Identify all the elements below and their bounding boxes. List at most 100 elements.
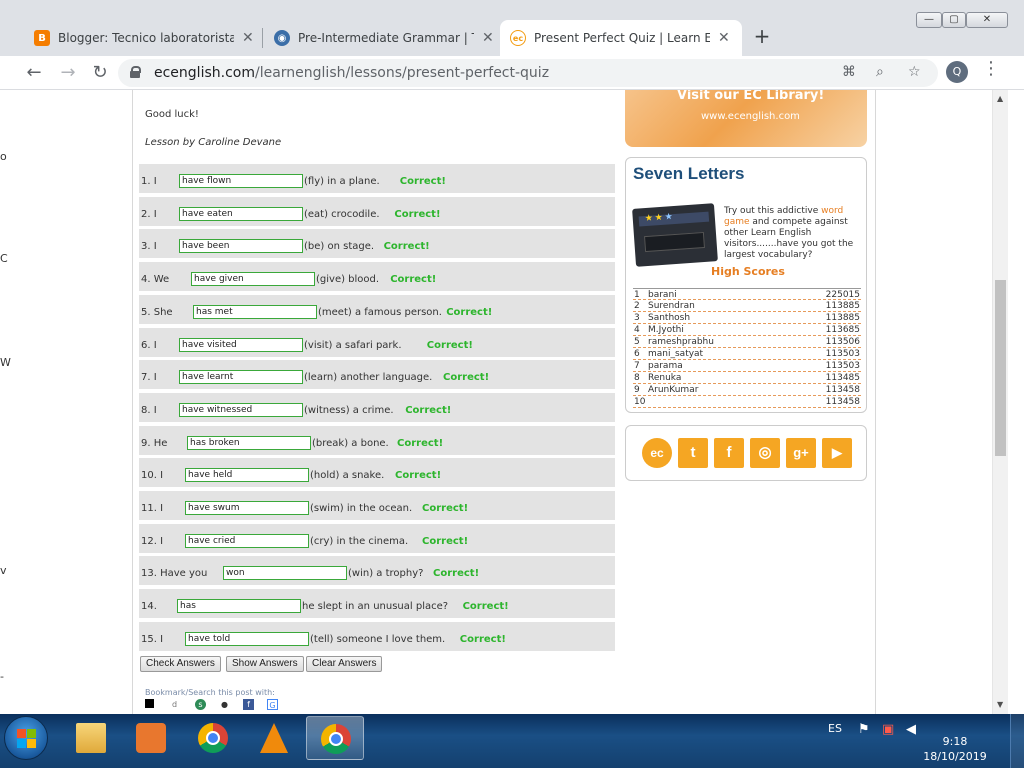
google-plus-icon[interactable]: g+ (786, 438, 816, 468)
translate-icon[interactable]: ⌘ (842, 64, 856, 80)
minimize-button[interactable]: — (916, 12, 942, 28)
clock[interactable]: 9:18 18/10/2019 (920, 734, 990, 764)
vertical-scrollbar[interactable]: ▲ ▼ (992, 90, 1008, 714)
scrollbar-thumb[interactable] (995, 280, 1006, 456)
correct-feedback: Correct! (390, 274, 437, 286)
maximize-button[interactable]: ▢ (942, 12, 966, 28)
answer-input[interactable] (179, 239, 303, 254)
google-bookmark-icon[interactable]: G (267, 699, 278, 710)
profile-avatar[interactable]: Q (946, 61, 968, 83)
check-answers-button[interactable]: Check Answers (140, 656, 221, 672)
reddit-icon[interactable]: ● (219, 699, 230, 710)
answer-input[interactable] (223, 566, 347, 581)
score-rank: 9 (634, 385, 640, 395)
address-bar[interactable]: ecenglish.com/learnenglish/lessons/prese… (118, 59, 938, 87)
ec-social-icon[interactable]: ec (642, 438, 672, 468)
show-desktop-button[interactable] (1010, 714, 1024, 768)
windows-taskbar: ES ⚑ ▣ ◀ 9:18 18/10/2019 (0, 714, 1024, 768)
zoom-icon[interactable]: ⌕ (876, 64, 884, 80)
stumbleupon-icon[interactable]: s (195, 699, 206, 710)
taskbar-media-player[interactable] (122, 716, 180, 760)
lock-icon (130, 66, 141, 78)
answer-input[interactable] (179, 402, 303, 417)
scroll-down-arrow-icon[interactable]: ▼ (997, 700, 1003, 709)
start-button[interactable] (4, 716, 48, 760)
high-score-row: 8 Renuka 113485 (633, 372, 861, 384)
answer-input[interactable] (179, 370, 303, 385)
answer-input[interactable] (179, 174, 303, 188)
answer-input[interactable] (185, 468, 309, 483)
volume-icon[interactable]: ◀ (906, 722, 916, 737)
close-tab-icon[interactable]: ✕ (242, 30, 254, 46)
high-score-row: 1 barani 225015 (633, 288, 861, 300)
score-name: rameshprabhu (648, 337, 714, 347)
answer-input[interactable] (179, 337, 303, 352)
youtube-icon[interactable]: ▶ (822, 438, 852, 468)
ec-library-banner[interactable]: Visit our EC Library! www.ecenglish.com (625, 90, 867, 147)
tab-grammar[interactable]: ◉ Pre-Intermediate Grammar | The ✕ (264, 20, 504, 56)
tab-separator (262, 28, 263, 48)
game-screenshot[interactable]: ★ ★ ★ (632, 203, 718, 267)
delicious-icon[interactable] (145, 699, 154, 708)
facebook-share-icon[interactable]: f (243, 699, 254, 710)
tab-blogger[interactable]: B Blogger: Tecnico laboratorista qu ✕ (24, 20, 264, 56)
twitter-icon[interactable]: t (678, 438, 708, 468)
question-suffix: (cry) in the cinema. (310, 535, 409, 547)
question-prefix: 7. I (141, 372, 157, 384)
reload-icon[interactable]: ↻ (88, 61, 112, 85)
question-row: 12. I (cry) in the cinema. Correct! (139, 523, 615, 553)
score-value: 113458 (825, 385, 860, 395)
bookmark-star-icon[interactable]: ☆ (908, 64, 921, 80)
facebook-icon[interactable]: f (714, 438, 744, 468)
menu-dots-icon[interactable]: ⋮ (982, 58, 1000, 79)
clear-answers-button[interactable]: Clear Answers (306, 656, 383, 672)
show-answers-button[interactable]: Show Answers (226, 656, 304, 672)
scroll-up-arrow-icon[interactable]: ▲ (997, 94, 1003, 103)
forward-arrow-icon[interactable]: → (56, 61, 80, 85)
question-row: 10. I (hold) a snake. Correct! (139, 458, 615, 488)
seven-letters-description: Try out this addictive word game and com… (724, 206, 860, 261)
correct-feedback: Correct! (446, 306, 493, 318)
left-edge-text: W (0, 356, 11, 369)
answer-input[interactable] (185, 501, 309, 515)
score-rank: 5 (634, 337, 640, 347)
answer-input[interactable] (179, 206, 303, 221)
star-icon: ★ (654, 212, 664, 224)
digg-icon[interactable]: d (169, 699, 180, 710)
taskbar-vlc[interactable] (246, 716, 304, 760)
taskbar-explorer[interactable] (62, 716, 120, 760)
correct-feedback: Correct! (459, 633, 506, 645)
answer-input[interactable] (185, 631, 309, 646)
answer-input[interactable] (191, 272, 315, 287)
close-tab-icon[interactable]: ✕ (718, 30, 730, 46)
tray-person-icon[interactable]: ⚑ (858, 722, 870, 737)
question-row: 1. I (fly) in a plane. Correct! (139, 164, 615, 193)
back-arrow-icon[interactable]: ← (22, 61, 46, 85)
answer-input[interactable] (187, 435, 311, 450)
question-prefix: 9. He (141, 437, 168, 449)
language-indicator[interactable]: ES (828, 722, 842, 735)
taskbar-chrome[interactable] (184, 716, 242, 760)
answer-input[interactable] (193, 304, 317, 319)
high-score-row: 3 Santhosh 113885 (633, 312, 861, 324)
page-viewport: o C W v - Good luck! Lesson by Caroline … (0, 90, 1008, 714)
question-row: 13. Have you (win) a trophy? Correct! (139, 556, 615, 586)
question-prefix: 11. I (141, 503, 164, 514)
tab-present-perfect-quiz[interactable]: ec Present Perfect Quiz | Learn Engli ✕ (500, 20, 742, 56)
answer-input[interactable] (185, 533, 309, 548)
taskbar-chrome-active[interactable] (306, 716, 364, 760)
logo-quadrant (27, 739, 36, 748)
score-value: 113458 (825, 397, 860, 407)
instagram-icon[interactable]: ◎ (750, 438, 780, 468)
correct-feedback: Correct! (422, 503, 469, 514)
network-error-icon[interactable]: ▣ (882, 722, 894, 737)
question-prefix: 12. I (141, 535, 164, 547)
score-value: 113685 (825, 325, 860, 335)
score-name: parama (648, 361, 683, 371)
new-tab-button[interactable]: + (752, 24, 772, 48)
answer-input[interactable] (177, 599, 301, 614)
question-prefix: 5. She (141, 306, 173, 318)
close-window-button[interactable]: ✕ (966, 12, 1008, 28)
score-rank: 10 (634, 397, 646, 407)
close-tab-icon[interactable]: ✕ (482, 30, 494, 46)
